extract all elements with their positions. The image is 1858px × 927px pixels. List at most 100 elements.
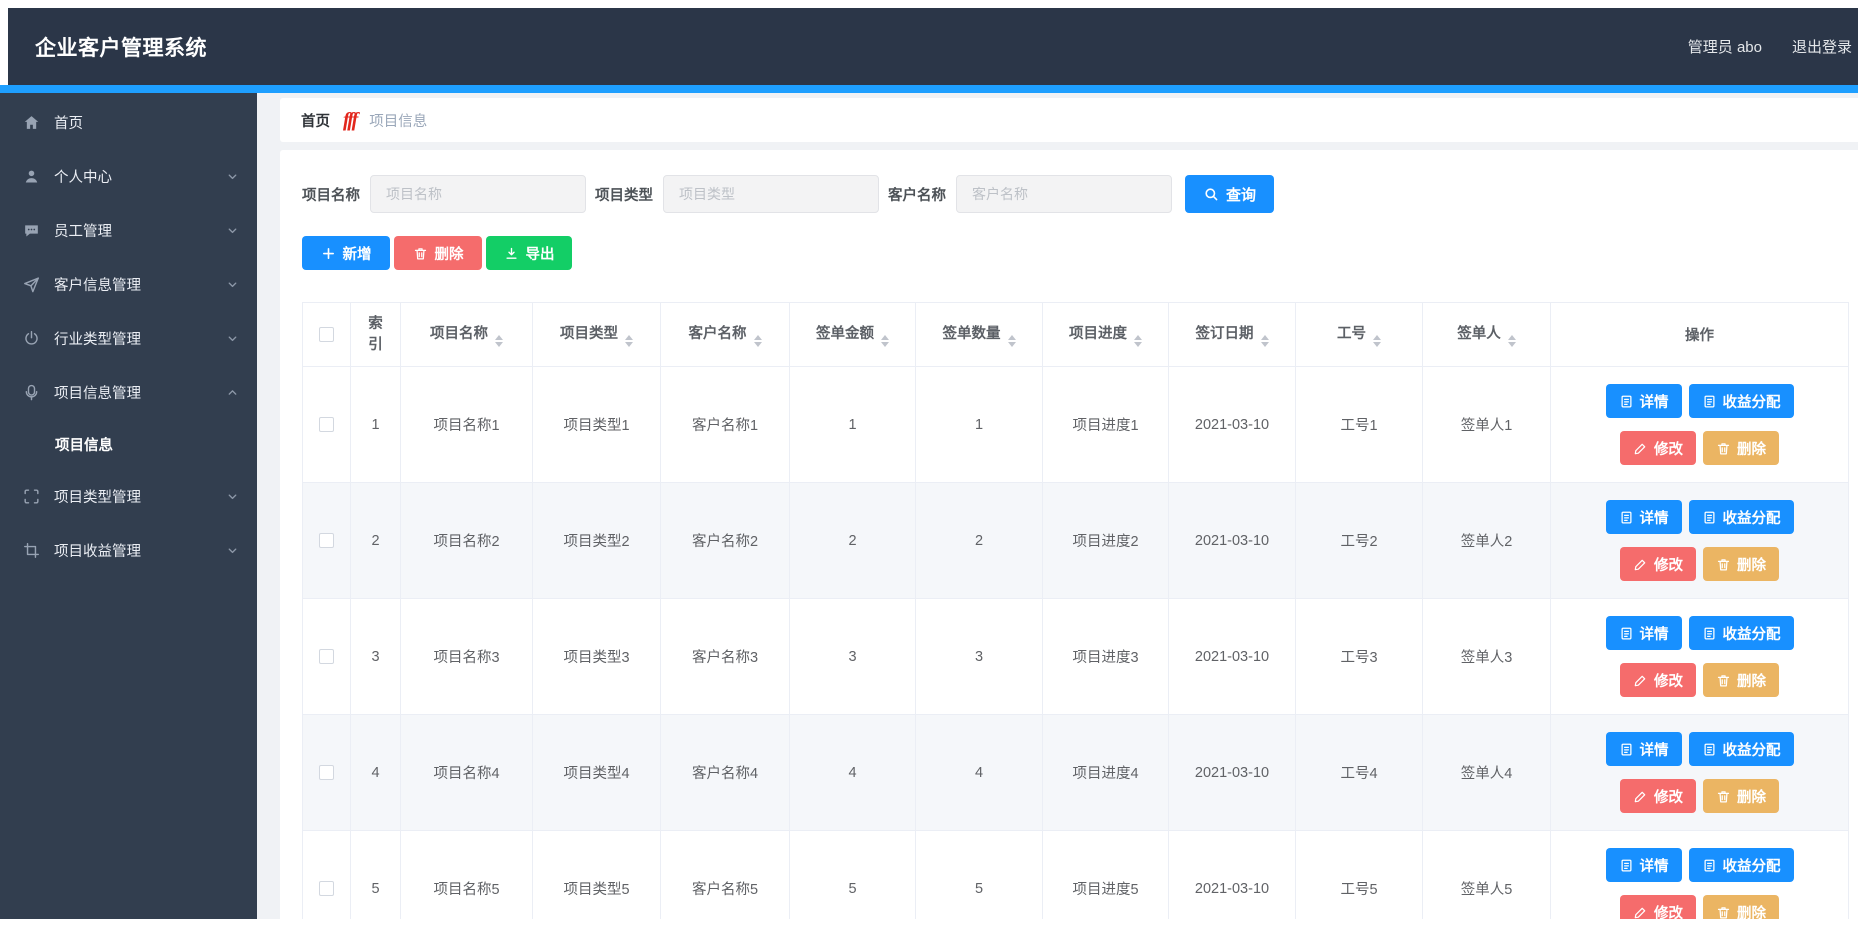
sidebar-item-industry-type-mgmt[interactable]: 行业类型管理 <box>0 311 257 365</box>
delete-button[interactable]: 删除 <box>1703 663 1779 697</box>
edit-button[interactable]: 修改 <box>1620 547 1696 581</box>
sort-caret-icon[interactable] <box>1134 335 1142 347</box>
project-name-label: 项目名称 <box>302 184 360 205</box>
row-actions: 详情收益分配修改删除 <box>1593 384 1807 465</box>
column-header: 签订日期 <box>1169 303 1296 367</box>
trash-icon <box>413 246 428 261</box>
cell-amount: 3 <box>790 599 916 715</box>
edit-button[interactable]: 修改 <box>1620 779 1696 813</box>
cell-worker: 工号3 <box>1296 599 1423 715</box>
sidebar-subitem-project-info[interactable]: 项目信息 <box>0 419 257 469</box>
detail-button[interactable]: 详情 <box>1606 732 1682 766</box>
action-label: 详情 <box>1640 507 1669 528</box>
sort-caret-icon[interactable] <box>1508 335 1516 347</box>
edit-button[interactable]: 修改 <box>1620 895 1696 919</box>
sidebar-item-label: 项目收益管理 <box>54 540 141 561</box>
search-button[interactable]: 查询 <box>1185 175 1274 213</box>
profit-allocation-button[interactable]: 收益分配 <box>1689 848 1794 882</box>
row-checkbox[interactable] <box>319 649 334 664</box>
select-all-checkbox[interactable] <box>319 327 334 342</box>
column-header: 签单金额 <box>790 303 916 367</box>
action-label: 收益分配 <box>1723 855 1781 876</box>
add-button[interactable]: 新增 <box>302 236 390 270</box>
sidebar-item-project-info-mgmt[interactable]: 项目信息管理 <box>0 365 257 419</box>
crop-icon <box>21 540 41 560</box>
action-label: 收益分配 <box>1723 507 1781 528</box>
sidebar-item-label: 个人中心 <box>54 166 112 187</box>
delete-button[interactable]: 删除 <box>1703 779 1779 813</box>
mic-icon <box>21 382 41 402</box>
sidebar-item-project-profit-mgmt[interactable]: 项目收益管理 <box>0 523 257 577</box>
edit-button[interactable]: 修改 <box>1620 663 1696 697</box>
scan-icon <box>21 486 41 506</box>
detail-button[interactable]: 详情 <box>1606 384 1682 418</box>
sort-caret-icon[interactable] <box>1373 335 1381 347</box>
document-icon <box>1702 858 1717 873</box>
document-icon <box>1619 510 1634 525</box>
sort-caret-icon[interactable] <box>754 335 762 347</box>
project-name-input[interactable] <box>370 175 586 213</box>
cell-type: 项目类型2 <box>533 483 661 599</box>
row-checkbox[interactable] <box>319 533 334 548</box>
delete-button[interactable]: 删除 <box>1703 431 1779 465</box>
sort-caret-icon[interactable] <box>1261 335 1269 347</box>
sidebar-item-home[interactable]: 首页 <box>0 95 257 149</box>
action-label: 详情 <box>1640 739 1669 760</box>
profit-allocation-button[interactable]: 收益分配 <box>1689 616 1794 650</box>
cell-customer: 客户名称3 <box>661 599 790 715</box>
delete-button[interactable]: 删除 <box>394 236 482 270</box>
cell-signer: 签单人4 <box>1423 715 1551 831</box>
profit-allocation-button[interactable]: 收益分配 <box>1689 500 1794 534</box>
delete-button[interactable]: 删除 <box>1703 547 1779 581</box>
row-checkbox[interactable] <box>319 765 334 780</box>
cell-quantity: 5 <box>916 831 1043 920</box>
detail-button[interactable]: 详情 <box>1606 616 1682 650</box>
app-header: 企业客户管理系统 管理员 abo 退出登录 <box>8 8 1858 85</box>
cell-quantity: 3 <box>916 599 1043 715</box>
sidebar-item-project-type-mgmt[interactable]: 项目类型管理 <box>0 469 257 523</box>
profit-allocation-button[interactable]: 收益分配 <box>1689 732 1794 766</box>
customer-name-input[interactable] <box>956 175 1172 213</box>
sort-caret-icon[interactable] <box>495 335 503 347</box>
cell-select <box>303 715 351 831</box>
table-row: 3项目名称3项目类型3客户名称333项目进度32021-03-10工号3签单人3… <box>303 599 1849 715</box>
document-icon <box>1702 394 1717 409</box>
cell-worker: 工号1 <box>1296 367 1423 483</box>
table-header-row: 索引项目名称项目类型客户名称签单金额签单数量项目进度签订日期工号签单人操作 <box>303 303 1849 367</box>
cell-index: 4 <box>351 715 401 831</box>
delete-button[interactable]: 删除 <box>1703 895 1779 919</box>
detail-button[interactable]: 详情 <box>1606 848 1682 882</box>
column-header-label: 项目类型 <box>560 326 618 342</box>
export-button[interactable]: 导出 <box>486 236 572 270</box>
chevron-down-icon <box>226 544 239 557</box>
cell-progress: 项目进度4 <box>1043 715 1169 831</box>
current-user[interactable]: 管理员 abo <box>1688 36 1762 57</box>
action-label: 删除 <box>1737 902 1766 920</box>
column-header: 工号 <box>1296 303 1423 367</box>
sidebar-item-customer-info-mgmt[interactable]: 客户信息管理 <box>0 257 257 311</box>
sort-caret-icon[interactable] <box>881 335 889 347</box>
sidebar: 首页个人中心员工管理客户信息管理行业类型管理项目信息管理项目信息项目类型管理项目… <box>0 93 257 919</box>
cell-name: 项目名称1 <box>401 367 533 483</box>
user-icon <box>21 166 41 186</box>
sort-caret-icon[interactable] <box>625 335 633 347</box>
project-type-input[interactable] <box>663 175 879 213</box>
sidebar-item-employee-mgmt[interactable]: 员工管理 <box>0 203 257 257</box>
edit-button[interactable]: 修改 <box>1620 431 1696 465</box>
row-checkbox[interactable] <box>319 881 334 896</box>
logout-link[interactable]: 退出登录 <box>1792 36 1852 57</box>
row-checkbox[interactable] <box>319 417 334 432</box>
sort-caret-icon[interactable] <box>1008 335 1016 347</box>
profit-allocation-button[interactable]: 收益分配 <box>1689 384 1794 418</box>
cell-worker: 工号5 <box>1296 831 1423 920</box>
detail-button[interactable]: 详情 <box>1606 500 1682 534</box>
breadcrumb-home[interactable]: 首页 <box>301 110 330 131</box>
sidebar-item-profile[interactable]: 个人中心 <box>0 149 257 203</box>
trash-icon <box>1716 441 1731 456</box>
cell-index: 3 <box>351 599 401 715</box>
column-header-label: 签单人 <box>1457 326 1501 342</box>
cell-amount: 4 <box>790 715 916 831</box>
pen-icon <box>1633 673 1648 688</box>
cell-signer: 签单人1 <box>1423 367 1551 483</box>
cell-name: 项目名称2 <box>401 483 533 599</box>
